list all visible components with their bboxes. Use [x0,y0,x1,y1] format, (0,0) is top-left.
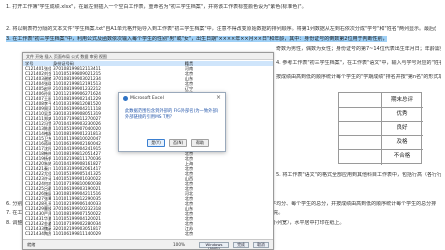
status-bar: 就绪 100% Windows (ANSI) 完成 取消 [23,239,273,249]
encoding-button[interactable]: Windows (ANSI) [199,242,229,249]
doc-line-7: 5. 将工作表"语文"的格式全部应用到其他科目工作表中，包括行高（各行行高均为2… [276,172,441,178]
table-cell: 110106199811140029 [53,231,101,236]
dialog-title: Microsoft Excel [130,96,164,101]
table-cell: 及格 [396,139,408,145]
table-cell: 不合格 [393,153,411,159]
doc-line-4: 奇数为男性，偶数为女性；身份证号的第7~14位代表出生年月日；年龄需要按周岁计算… [276,46,441,52]
doc-line-6: 按成绩由高到低的顺序统计每个学生的"学期成绩"排名并按"第n名"的形式填入"班级… [276,74,441,80]
criteria-table: 期末总评 优秀 良好 及格 不合格 [338,92,423,165]
excel-toolbar: 文件 开始 插入 页面布局 公式 数据 审阅 视图 [23,53,273,60]
table-cell: C121434陶然 [25,231,51,236]
table-row[interactable]: C121434陶然 110106199811140029 北京 [23,231,273,236]
dialog-message: 此数据范围包含到外部的 FIG外部名(为一致外部)外部链接的引用MS T用？ [125,109,219,120]
finish-button[interactable]: 完成 [233,242,249,248]
no-button[interactable]: 否(N) [169,139,187,147]
doc-line-3: 3. 在工作表"初三学生档案"中，利用公式及函数依次输入每个学生的性别"男"或"… [6,36,436,43]
doc-line-2: 2. 将以制表符分隔的文本文件"学生档案.txt"自A1单元格开始导入到工作表"… [6,26,436,32]
status-zoom: 100% [173,242,185,247]
table-cell: 良好 [396,125,408,131]
help-button[interactable]: 帮助 [191,139,209,147]
yes-button[interactable]: 是(Y) [147,139,165,147]
cancel-button[interactable]: 取消 [253,242,269,248]
table-cell: 优秀 [396,111,408,117]
highlighted-text: 3. 在工作表"初三学生档案"中，利用公式及函数依次输入每个学生的性别"男"或"… [6,36,388,42]
info-icon [123,96,128,101]
status-ready: 就绪 [27,242,36,247]
doc-line-1: 1. 打开工作簿"学生成绩.xlsx"，在最左侧插入一个空白工作表，重命名为"初… [6,4,307,10]
table-header: 期末总评 [390,97,413,103]
close-icon[interactable]: × [216,94,221,101]
doc-line-5: 4. 参考工作表"初三学生档案"，在工作表"语文"中，输入与学号对应的"姓名"；… [276,60,441,66]
table-cell: 北京 [184,231,194,236]
confirm-dialog: Microsoft Excel × 此数据范围包含到外部的 FIG外部名(为一致… [118,92,226,152]
